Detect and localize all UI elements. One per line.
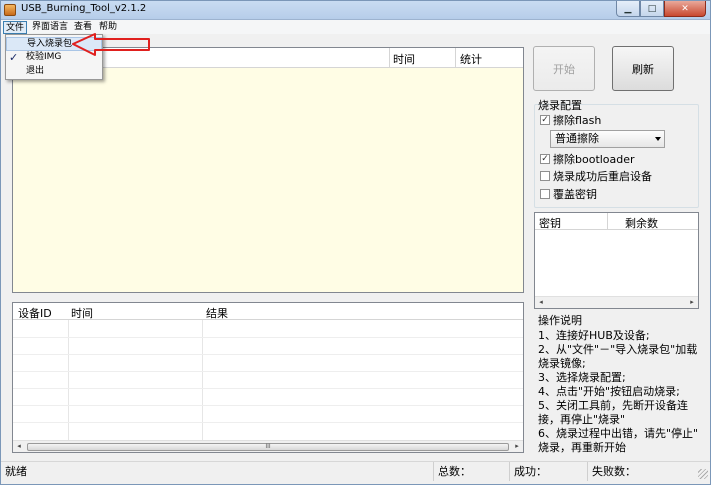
window-controls: ▁ □ ✕ <box>616 1 706 18</box>
column-header-device-id[interactable]: 设备ID <box>18 305 52 321</box>
erase-flash-checkbox[interactable]: ✓ 擦除flash <box>540 113 601 127</box>
burn-progress-list[interactable]: 时间 统计 <box>12 47 524 293</box>
device-result-list[interactable]: 设备ID 时间 结果 ◂ III ▸ <box>12 302 524 453</box>
checkbox-box: ✓ <box>540 154 550 164</box>
table-row-divider <box>13 337 523 338</box>
success-count-label: 成功： <box>509 462 587 481</box>
close-button[interactable]: ✕ <box>664 1 706 17</box>
instruction-line: 2、从"文件"－"导入烧录包"加载 <box>538 343 698 356</box>
menu-item-label: 校验IMG <box>26 52 62 62</box>
table-row-divider <box>13 354 523 355</box>
instruction-line: 烧录镜像; <box>538 357 586 370</box>
menu-bar: 文件 界面语言 查看 帮助 <box>1 20 710 34</box>
minimize-button[interactable]: ▁ <box>616 1 640 17</box>
menu-item-exit[interactable]: 退出 <box>6 65 102 79</box>
burn-config-title: 烧录配置 <box>538 99 582 112</box>
reboot-after-checkbox[interactable]: 烧录成功后重启设备 <box>540 169 652 183</box>
instruction-line: 烧录，再重新开始 <box>538 441 626 454</box>
menu-item-label: 退出 <box>26 66 45 76</box>
maximize-button[interactable]: □ <box>640 1 664 17</box>
column-separator <box>389 48 390 68</box>
status-text: 就绪 <box>5 465 27 478</box>
checkbox-label: 覆盖密钥 <box>553 188 597 201</box>
scroll-left-icon[interactable]: ◂ <box>535 297 547 308</box>
device-result-list-header: 设备ID 时间 结果 <box>13 303 523 320</box>
start-button[interactable]: 开始 <box>533 46 595 91</box>
checkbox-box <box>540 171 550 181</box>
failed-count-label: 失败数： <box>587 462 709 481</box>
app-window: USB_Burning_Tool_v2.1.2 ▁ □ ✕ 文件 界面语言 查看… <box>0 0 711 485</box>
column-header-remaining[interactable]: 剩余数 <box>625 215 658 231</box>
table-row-divider <box>13 388 523 389</box>
overwrite-key-checkbox[interactable]: 覆盖密钥 <box>540 187 597 201</box>
instructions-text: 1、连接好HUB及设备; 2、从"文件"－"导入烧录包"加载 烧录镜像; 3、选… <box>538 329 698 455</box>
instruction-line: 1、连接好HUB及设备; <box>538 329 650 342</box>
checkbox-box: ✓ <box>540 115 550 125</box>
chevron-down-icon <box>655 137 661 141</box>
column-header-result[interactable]: 结果 <box>206 305 228 321</box>
key-list[interactable]: 密钥 剩余数 ◂ ▸ <box>534 212 699 309</box>
erase-mode-select[interactable]: 普通擦除 <box>550 130 665 148</box>
table-row-divider <box>13 405 523 406</box>
column-separator <box>455 48 456 68</box>
status-bar: 就绪 总数： 成功： 失败数： <box>1 461 710 481</box>
table-row-divider <box>13 371 523 372</box>
menu-item-label: 导入烧录包 <box>27 39 73 49</box>
app-icon <box>4 4 16 16</box>
menu-file[interactable]: 文件 <box>3 21 28 34</box>
checkbox-label: 擦除bootloader <box>553 153 635 166</box>
checkmark-icon: ✓ <box>9 51 19 64</box>
instruction-line: 3、选择烧录配置; <box>538 371 626 384</box>
red-arrow-annotation-icon <box>72 33 150 56</box>
column-separator <box>607 213 608 230</box>
erase-mode-value: 普通擦除 <box>555 132 599 145</box>
column-header-time[interactable]: 时间 <box>393 51 415 67</box>
column-header-time[interactable]: 时间 <box>71 305 93 321</box>
key-list-scrollbar[interactable]: ◂ ▸ <box>535 296 698 308</box>
resize-grip-icon[interactable] <box>698 469 708 479</box>
device-result-scrollbar[interactable]: ◂ III ▸ <box>13 440 523 452</box>
scrollbar-thumb[interactable]: III <box>27 443 509 451</box>
instruction-line: 5、关闭工具前，先断开设备连 <box>538 399 688 412</box>
column-header-stats[interactable]: 统计 <box>460 51 482 67</box>
table-row-divider <box>13 422 523 423</box>
scroll-left-icon[interactable]: ◂ <box>13 441 25 452</box>
column-header-key[interactable]: 密钥 <box>539 215 561 231</box>
title-bar[interactable]: USB_Burning_Tool_v2.1.2 ▁ □ ✕ <box>1 1 710 20</box>
menu-language[interactable]: 界面语言 <box>30 21 70 34</box>
window-title: USB_Burning_Tool_v2.1.2 <box>21 3 147 14</box>
instruction-line: 6、烧录过程中出错，请先"停止" <box>538 427 699 440</box>
key-list-header: 密钥 剩余数 <box>535 213 698 230</box>
checkbox-box <box>540 189 550 199</box>
instruction-line: 接，再停止"烧录" <box>538 413 626 426</box>
scroll-right-icon[interactable]: ▸ <box>686 297 698 308</box>
checkbox-label: 烧录成功后重启设备 <box>553 170 652 183</box>
refresh-button[interactable]: 刷新 <box>612 46 674 91</box>
instruction-line: 4、点击"开始"按钮启动烧录; <box>538 385 680 398</box>
checkbox-label: 擦除flash <box>553 114 602 127</box>
total-count-label: 总数： <box>433 462 509 481</box>
erase-bootloader-checkbox[interactable]: ✓ 擦除bootloader <box>540 152 635 166</box>
scroll-right-icon[interactable]: ▸ <box>511 441 523 452</box>
instructions-title: 操作说明 <box>538 314 582 327</box>
